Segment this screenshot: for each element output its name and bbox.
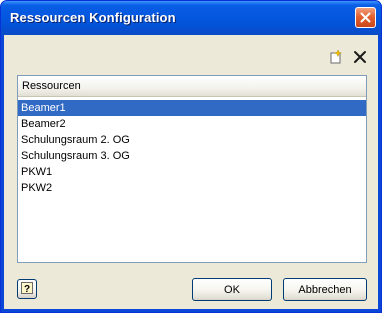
- svg-text:?: ?: [24, 284, 30, 295]
- help-icon: ?: [20, 281, 34, 298]
- title-bar[interactable]: Ressourcen Konfiguration: [1, 1, 381, 35]
- dialog-window: Ressourcen Konfiguration Ressourcen Beam…: [0, 0, 382, 313]
- new-icon[interactable]: [328, 49, 344, 65]
- help-button[interactable]: ?: [17, 279, 37, 299]
- list-item[interactable]: Schulungsraum 3. OG: [18, 148, 366, 164]
- list-item[interactable]: Beamer2: [18, 116, 366, 132]
- list-item[interactable]: PKW1: [18, 164, 366, 180]
- list-item[interactable]: Beamer1: [18, 100, 366, 116]
- close-icon: [360, 12, 371, 23]
- close-button[interactable]: [355, 7, 376, 28]
- cancel-button[interactable]: Abbrechen: [283, 278, 367, 301]
- ok-button[interactable]: OK: [192, 278, 272, 301]
- window-title: Ressourcen Konfiguration: [10, 10, 176, 25]
- resource-list[interactable]: Ressourcen Beamer1 Beamer2 Schulungsraum 2…: [17, 75, 367, 263]
- delete-icon[interactable]: [352, 49, 368, 65]
- list-rows: Beamer1 Beamer2 Schulungsraum 2. OG Schulun…: [18, 97, 366, 196]
- column-header-resources[interactable]: Ressourcen: [18, 76, 366, 97]
- list-item[interactable]: Schulungsraum 2. OG: [18, 132, 366, 148]
- list-item[interactable]: PKW2: [18, 180, 366, 196]
- list-toolbar: [328, 49, 368, 65]
- dialog-body: Ressourcen Beamer1 Beamer2 Schulungsraum 2…: [4, 35, 378, 309]
